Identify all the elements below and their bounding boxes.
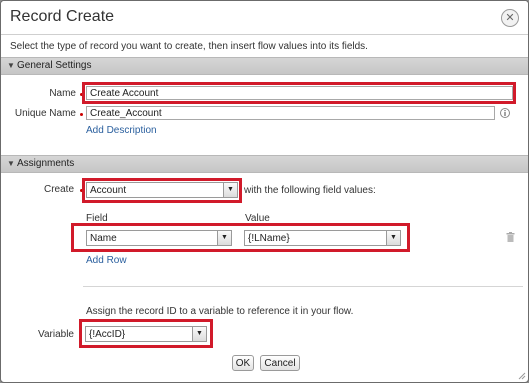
unique-name-label: Unique Name <box>14 108 76 119</box>
assignments-header[interactable]: ▼ Assignments <box>1 155 528 173</box>
info-icon[interactable] <box>500 108 510 118</box>
required-indicator <box>80 113 83 116</box>
section-divider <box>83 286 523 287</box>
general-settings-header[interactable]: ▼ General Settings <box>1 57 528 75</box>
unique-name-input[interactable] <box>86 106 495 120</box>
name-label: Name <box>49 88 76 99</box>
cancel-button[interactable]: Cancel <box>260 355 300 371</box>
create-label: Create <box>43 184 74 195</box>
create-highlight-box <box>82 178 242 203</box>
dialog-titlebar: Record Create ✕ <box>1 1 528 35</box>
variable-label: Variable <box>38 329 74 340</box>
resize-grip-icon[interactable] <box>518 372 526 380</box>
dialog-intro: Select the type of record you want to cr… <box>10 41 368 52</box>
assignments-label: Assignments <box>17 158 75 169</box>
ok-button[interactable]: OK <box>232 355 254 371</box>
close-icon[interactable]: ✕ <box>501 9 519 27</box>
add-description-link[interactable]: Add Description <box>86 125 157 136</box>
collapse-triangle-icon: ▼ <box>7 61 15 70</box>
assign-record-id-text: Assign the record ID to a variable to re… <box>86 306 354 317</box>
field-value-highlight-box <box>71 223 410 252</box>
collapse-triangle-icon: ▼ <box>7 159 15 168</box>
general-settings-label: General Settings <box>17 60 92 71</box>
dialog-title: Record Create <box>10 8 115 25</box>
record-create-dialog: Record Create ✕ Select the type of recor… <box>0 0 529 383</box>
variable-highlight-box <box>79 319 213 348</box>
trash-icon[interactable] <box>506 232 515 242</box>
with-field-values-text: with the following field values: <box>244 185 376 196</box>
add-row-link[interactable]: Add Row <box>86 255 127 266</box>
name-highlight-box <box>82 82 516 104</box>
